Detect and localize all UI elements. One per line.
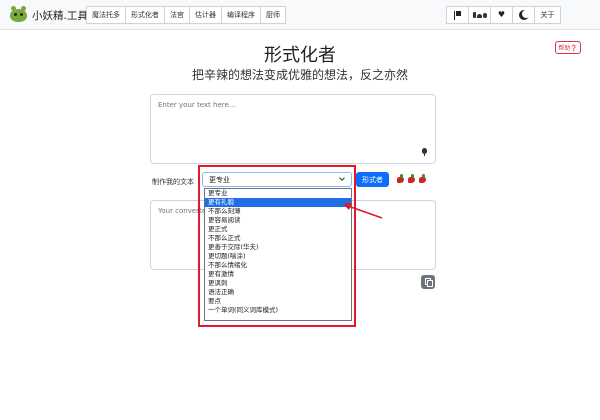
formalizer-page: 小妖精.工具 魔法托多 形式化者 法官 估计器 编译程序 厨师 ♥ 关于 帮助❓… <box>0 0 600 420</box>
input-placeholder: Enter your text here... <box>158 101 236 109</box>
copy-icon[interactable] <box>421 275 435 289</box>
nav-item-judge[interactable]: 法官 <box>164 6 190 24</box>
language-button[interactable] <box>446 6 469 24</box>
chili-pepper-icon <box>418 174 427 183</box>
page-title: 形式化者 <box>264 45 336 66</box>
nav-item-magic-todo[interactable]: 魔法托多 <box>86 6 126 24</box>
formalize-button[interactable]: 形式者 <box>356 172 389 187</box>
platforms-icon <box>472 12 487 18</box>
input-textarea[interactable]: Enter your text here... <box>150 94 436 164</box>
chili-pepper-icon <box>407 174 416 183</box>
tools-nav: 魔法托多 形式化者 法官 估计器 编译程序 厨师 <box>86 6 286 24</box>
alien-logo-icon <box>10 5 27 22</box>
about-button[interactable]: 关于 <box>534 6 561 24</box>
chili-pepper-icon <box>396 174 405 183</box>
nav-item-estimator[interactable]: 估计器 <box>189 6 222 24</box>
nav-item-chef[interactable]: 厨师 <box>260 6 286 24</box>
page-subtitle: 把辛辣的想法变成优雅的想法，反之亦然 <box>191 68 408 82</box>
style-label: 制作我的文本 <box>152 178 194 186</box>
brand[interactable]: 小妖精.工具 <box>10 5 88 24</box>
annotation-highlight-box <box>198 165 356 327</box>
brand-name: 小妖精.工具 <box>32 9 88 22</box>
annotation-arrow-icon <box>343 203 383 219</box>
flag-icon <box>453 10 462 20</box>
platforms-button[interactable] <box>468 6 491 24</box>
heart-icon: ♥ <box>497 10 506 19</box>
moon-icon <box>522 10 530 18</box>
microphone-icon[interactable] <box>422 148 427 156</box>
navbar: 小妖精.工具 魔法托多 形式化者 法官 估计器 编译程序 厨师 ♥ 关于 <box>0 0 600 30</box>
nav-item-formalizer[interactable]: 形式化者 <box>125 6 165 24</box>
settings-nav: ♥ 关于 <box>446 6 561 24</box>
theme-toggle-button[interactable] <box>512 6 535 24</box>
spice-level[interactable] <box>396 174 427 186</box>
support-button[interactable]: ♥ <box>490 6 513 24</box>
nav-item-compiler[interactable]: 编译程序 <box>221 6 261 24</box>
